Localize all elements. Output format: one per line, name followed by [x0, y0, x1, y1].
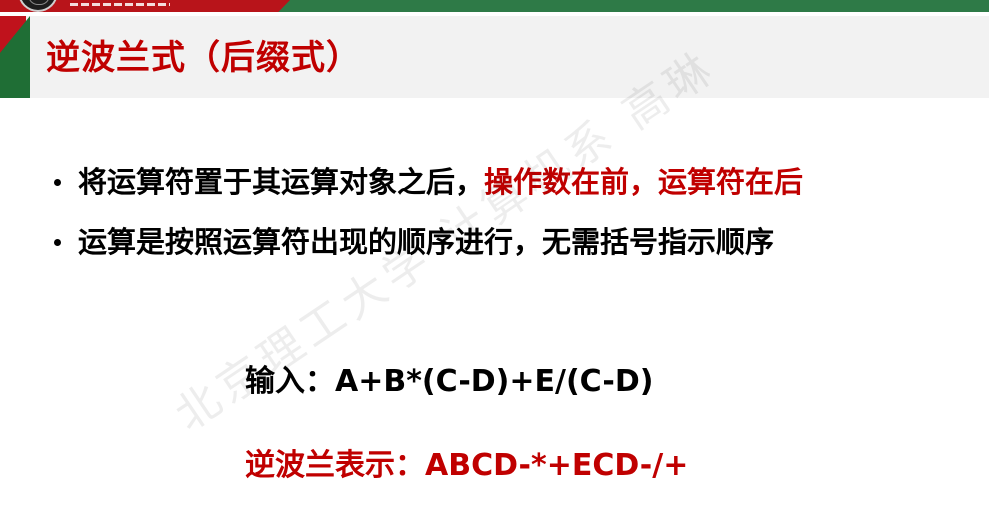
bullet-list: 将运算符置于其运算对象之后，操作数在前，运算符在后 运算是按照运算符出现的顺序进… [46, 160, 803, 280]
page-title: 逆波兰式（后缀式） [46, 38, 361, 78]
bullet-text: 将运算符置于其运算对象之后， [78, 165, 485, 199]
bullet-dot-icon [54, 179, 61, 186]
bullet-item: 运算是按照运算符出现的顺序进行，无需括号指示顺序 [46, 220, 803, 280]
bullet-text: 运算是按照运算符出现的顺序进行，无需括号指示顺序 [78, 225, 775, 259]
bullet-highlight: 操作数在前，运算符在后 [484, 165, 804, 199]
bullet-dot-icon [54, 239, 61, 246]
example-rpn: 逆波兰表示：ABCD-*+ECD-/+ [245, 448, 689, 483]
example-input: 输入：A+B*(C-D)+E/(C-D) [245, 364, 654, 399]
bullet-item: 将运算符置于其运算对象之后，操作数在前，运算符在后 [46, 160, 803, 220]
